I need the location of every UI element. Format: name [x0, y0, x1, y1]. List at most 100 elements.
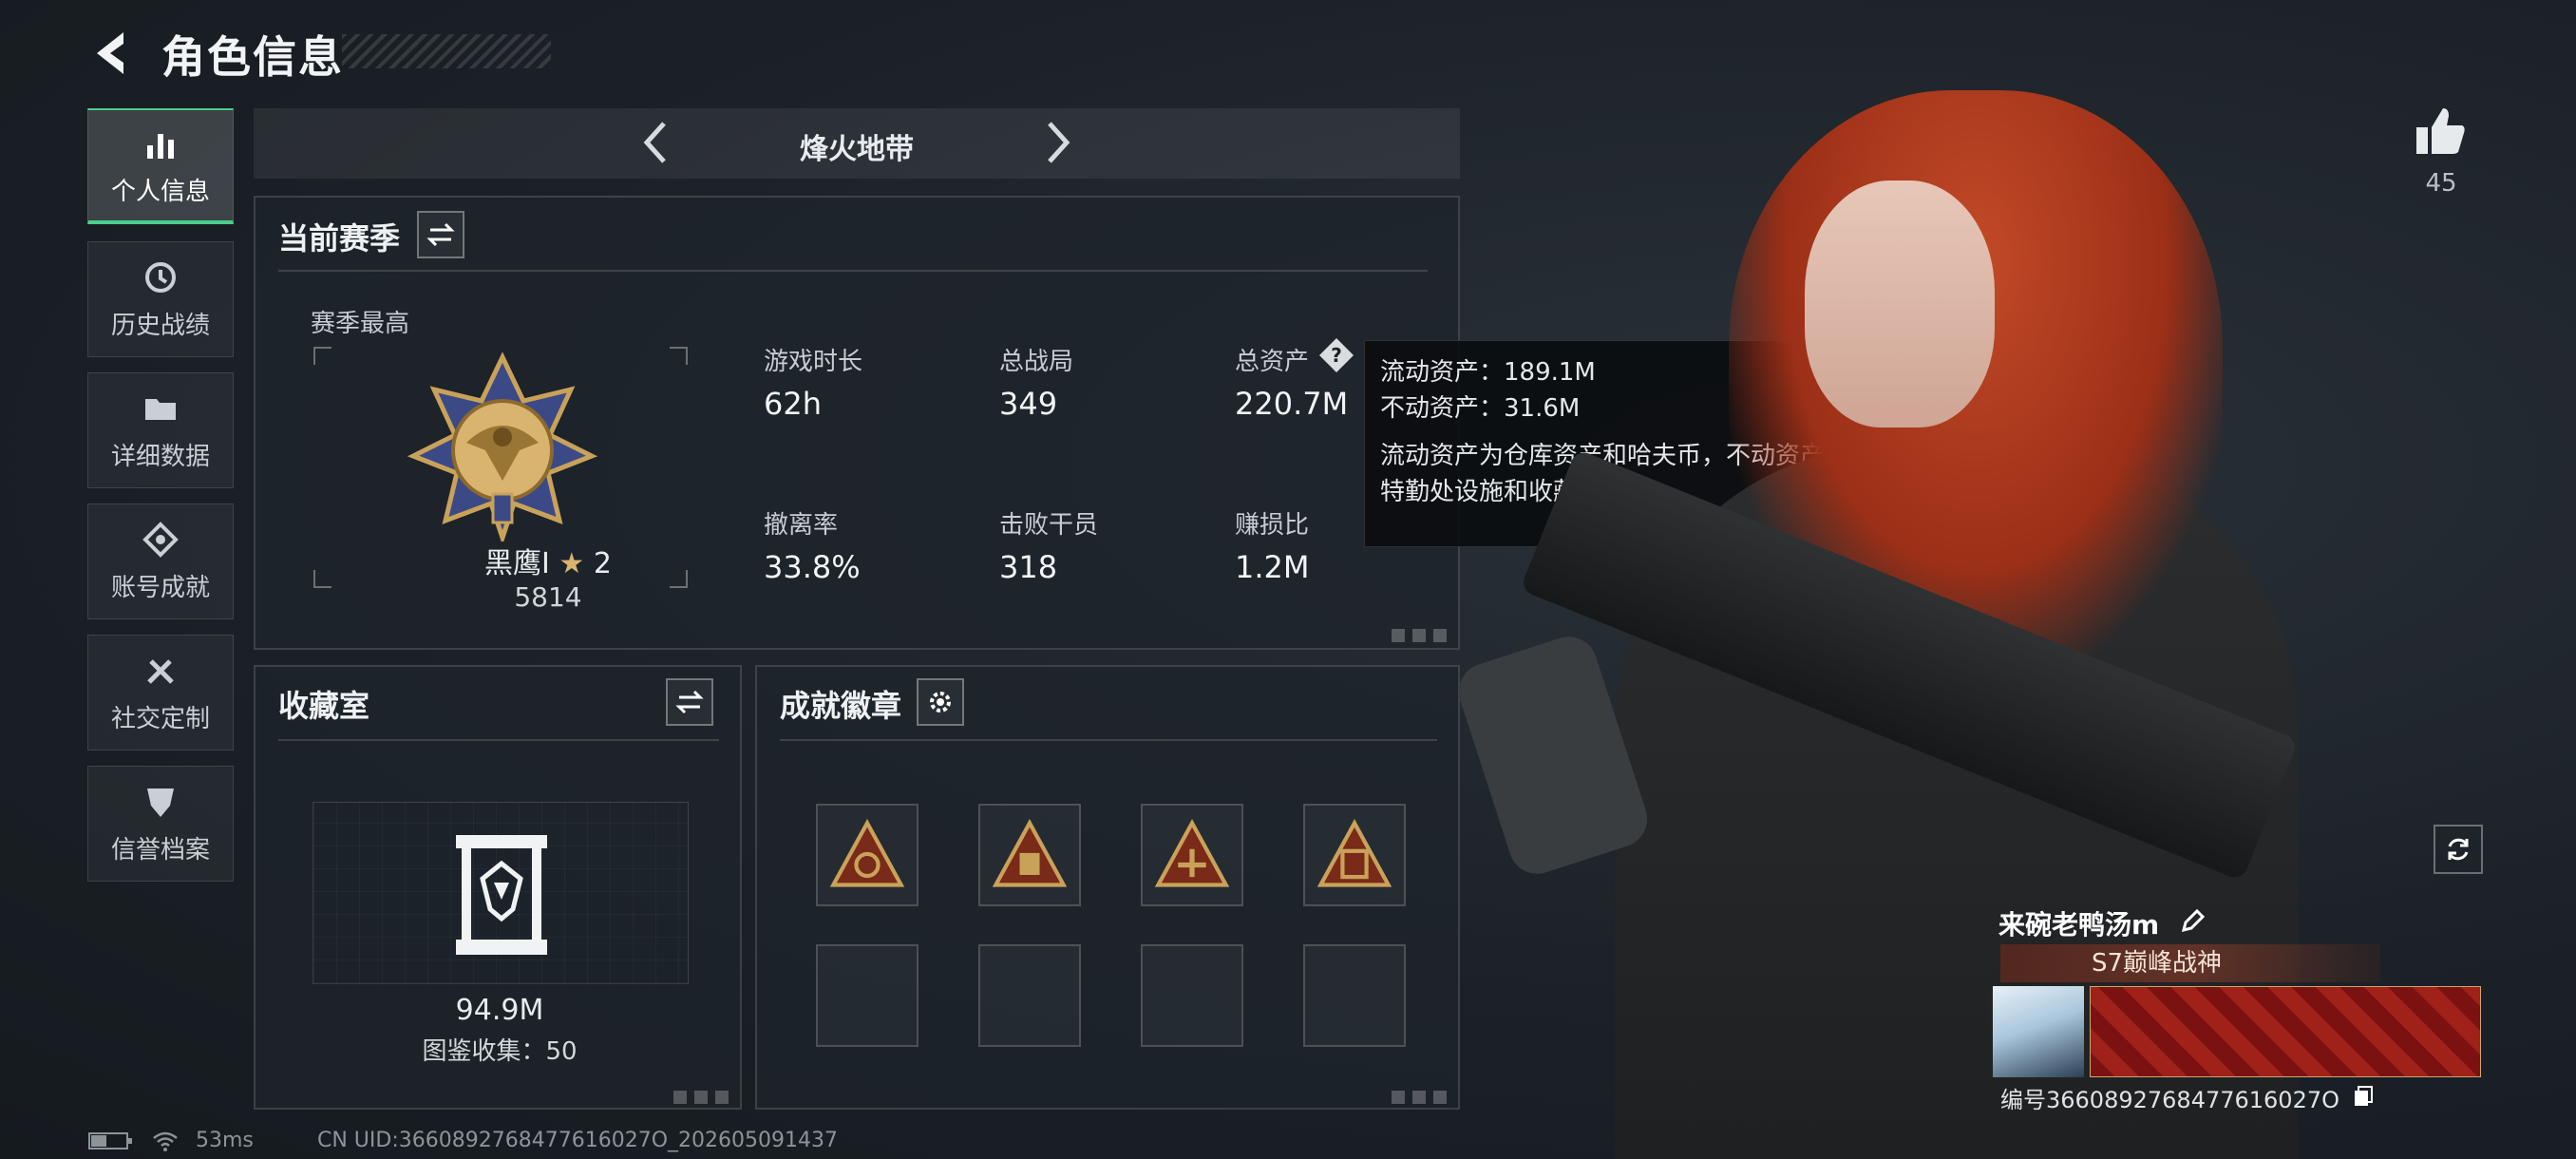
- stat-label-operators-defeated: 击败干员: [999, 511, 1099, 540]
- title-decoration: [342, 34, 551, 68]
- player-title-badge: S7巅峰战神: [2000, 944, 2380, 982]
- season-best-label: 赛季最高: [311, 310, 410, 338]
- sidebar-item-label: 历史战绩: [110, 311, 210, 340]
- stat-label-total-matches: 总战局: [999, 348, 1074, 376]
- sidebar-item-label: 信誉档案: [110, 835, 210, 864]
- rank-emblem-icon: [407, 352, 597, 542]
- swap-icon: [426, 222, 455, 247]
- badge-slot-empty[interactable]: [816, 944, 919, 1047]
- folder-icon: [145, 398, 176, 420]
- stat-value-profit-ratio: 1.2M: [1235, 549, 1310, 585]
- collection-title: 收藏室: [278, 688, 370, 724]
- swap-icon: [675, 690, 704, 714]
- like-count: 45: [2425, 169, 2457, 198]
- display-case-icon: [456, 835, 547, 955]
- sidebar-item-credit-file[interactable]: 信誉档案: [87, 766, 234, 882]
- edit-name-button[interactable]: [2180, 907, 2207, 940]
- stat-label-extract-rate: 撤离率: [764, 511, 839, 540]
- stat-value-total-assets: 220.7M: [1235, 386, 1349, 422]
- rank-score: 5814: [514, 581, 582, 613]
- sidebar-item-achievements[interactable]: 账号成就: [87, 504, 234, 619]
- stat-value-total-matches: 349: [999, 386, 1058, 422]
- panel-corner-decoration: [673, 1091, 730, 1104]
- triangle-badge-icon: [992, 819, 1068, 887]
- collection-display[interactable]: [313, 802, 689, 984]
- pencil-icon: [2181, 908, 2206, 933]
- panel-corner-decoration: [1392, 629, 1449, 642]
- back-button[interactable]: [87, 27, 135, 80]
- sidebar-item-social-custom[interactable]: 社交定制: [87, 635, 234, 750]
- latency: 53ms: [196, 1129, 254, 1152]
- badges-title: 成就徽章: [780, 688, 902, 724]
- badge-slot-empty[interactable]: [978, 944, 1081, 1047]
- status-bar: 53ms: [87, 1129, 254, 1152]
- collection-divider: [278, 739, 719, 741]
- sidebar-item-label: 社交定制: [110, 704, 210, 733]
- collection-switch-button[interactable]: [666, 678, 713, 726]
- copy-icon: [2354, 1086, 2373, 1106]
- badges-panel: 成就徽章: [755, 665, 1460, 1110]
- rotate-view-button[interactable]: [2434, 825, 2483, 874]
- badge-slot-empty[interactable]: [1141, 944, 1243, 1047]
- badge-slot[interactable]: [1141, 804, 1243, 906]
- shield-icon: [147, 788, 174, 817]
- badge-slot[interactable]: [1303, 804, 1406, 906]
- player-uid: 编号3660892768477616027O: [2000, 1087, 2340, 1113]
- like-button[interactable]: [2413, 103, 2470, 160]
- avatar[interactable]: [1993, 986, 2084, 1077]
- badges-divider: [780, 739, 1437, 741]
- badge-slot[interactable]: [816, 804, 919, 906]
- stat-label-playtime: 游戏时长: [764, 348, 863, 376]
- mode-next-button[interactable]: [1034, 116, 1080, 169]
- player-banner[interactable]: [2090, 986, 2481, 1077]
- sidebar-item-detailed-data[interactable]: 详细数据: [87, 372, 234, 488]
- panel-corner-decoration: [1392, 1091, 1449, 1104]
- triangle-badge-icon: [1316, 819, 1392, 887]
- stat-value-playtime: 62h: [764, 386, 822, 422]
- rank-name-row: 黑鹰Ⅰ ★ 2: [406, 540, 691, 581]
- player-name: 来碗老鸭汤m: [1998, 909, 2160, 940]
- history-icon: [145, 261, 176, 293]
- mode-selector: 烽火地带: [254, 108, 1460, 179]
- page-title: 角色信息: [161, 31, 344, 83]
- player-name-row: 来碗老鸭汤m: [1998, 904, 2207, 942]
- chevron-right-icon: [1048, 122, 1070, 163]
- badge-slot-empty[interactable]: [1303, 944, 1406, 1047]
- thumbs-up-icon: [2416, 108, 2465, 154]
- copy-uid-button[interactable]: [2353, 1085, 2376, 1113]
- collection-count: 图鉴收集：50: [422, 1037, 578, 1066]
- stat-value-operators-defeated: 318: [999, 549, 1058, 585]
- question-icon: ?: [1319, 338, 1354, 372]
- wifi-icon: [153, 1131, 178, 1151]
- star-icon: ★: [559, 547, 585, 580]
- bar-chart-icon: [147, 133, 174, 159]
- triangle-badge-icon: [1154, 819, 1230, 887]
- refresh-icon: [2448, 838, 2469, 861]
- badge-slot[interactable]: [978, 804, 1081, 906]
- collection-panel: 收藏室 94.9M 图鉴收集：50: [254, 665, 742, 1110]
- stat-label-total-assets: 总资产: [1235, 348, 1310, 376]
- character-face: [1805, 180, 1995, 428]
- sidebar-item-personal-info[interactable]: 个人信息: [87, 108, 234, 224]
- sidebar-item-label: 详细数据: [110, 442, 210, 471]
- sidebar-item-label: 账号成就: [110, 573, 210, 602]
- achievement-icon: [142, 521, 179, 558]
- player-uid-row: 编号3660892768477616027O: [2000, 1081, 2376, 1114]
- player-title: S7巅峰战神: [2092, 949, 2223, 978]
- collection-value: 94.9M: [455, 994, 544, 1027]
- stat-label-profit-ratio: 赚损比: [1235, 511, 1310, 540]
- tools-icon: [147, 658, 174, 684]
- gear-icon: [930, 692, 951, 712]
- rank-stars: 2: [593, 547, 612, 580]
- season-switch-button[interactable]: [417, 211, 464, 258]
- badges-settings-button[interactable]: [917, 678, 964, 726]
- season-title: 当前赛季: [278, 220, 401, 256]
- battery-icon: [88, 1132, 132, 1150]
- season-panel: 当前赛季 赛季最高 黑鹰Ⅰ ★ 2 5814 游戏时长 62h 总战局 349 …: [254, 196, 1460, 650]
- rank-name: 黑鹰Ⅰ: [484, 547, 550, 580]
- assets-help-button[interactable]: ?: [1317, 336, 1355, 374]
- stat-value-extract-rate: 33.8%: [764, 549, 861, 585]
- season-divider: [278, 270, 1428, 272]
- triangle-badge-icon: [829, 819, 905, 887]
- sidebar-item-history[interactable]: 历史战绩: [87, 241, 234, 357]
